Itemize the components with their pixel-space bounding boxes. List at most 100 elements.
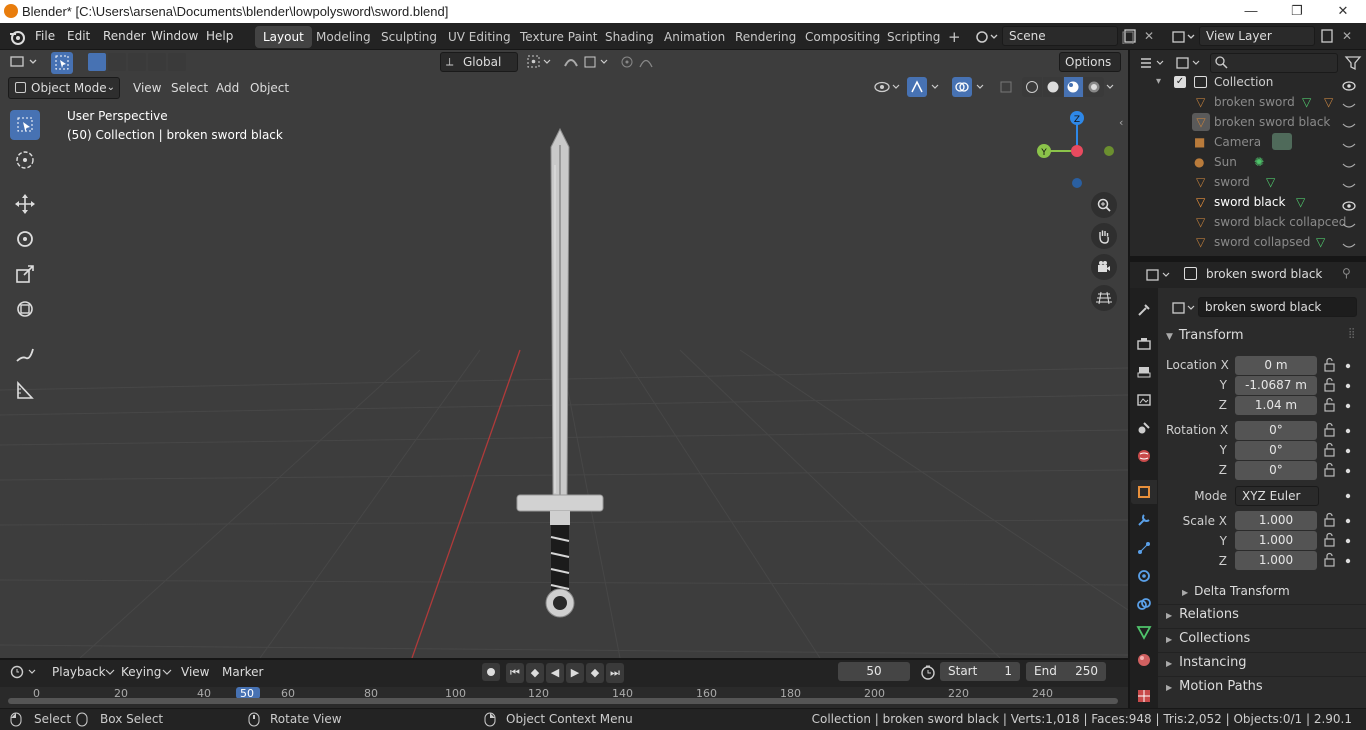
rotation-mode-select[interactable]: XYZ Euler	[1235, 486, 1319, 506]
outliner-editor-type-icon[interactable]	[1138, 53, 1168, 73]
menu-window[interactable]: Window	[145, 23, 204, 50]
tab-animation[interactable]: Animation	[656, 26, 733, 48]
modifier-tab-icon[interactable]	[1131, 508, 1157, 532]
timeline-editor-type-icon[interactable]	[8, 662, 40, 682]
scale-x-field[interactable]: 1.000	[1235, 511, 1317, 530]
material-tab-icon[interactable]	[1131, 648, 1157, 672]
transform-tool[interactable]	[10, 294, 40, 324]
add-workspace-button[interactable]: +	[940, 26, 969, 48]
delta-transform-subpanel[interactable]: ▶ Delta Transform	[1182, 580, 1290, 602]
location-y-field[interactable]: -1.0687 m	[1235, 376, 1317, 395]
overlays-dropdown-icon[interactable]	[974, 77, 988, 97]
selection-mode-group[interactable]	[88, 53, 186, 73]
outliner-collection-row[interactable]: ▾ ✓ Collection	[1130, 72, 1366, 92]
auto-keying-icon[interactable]	[482, 663, 500, 681]
motion-paths-panel-header[interactable]: ▶ Motion Paths	[1166, 676, 1263, 698]
perspective-toggle-icon[interactable]	[1091, 285, 1117, 311]
pin-icon[interactable]: ⚲	[1342, 266, 1351, 280]
filter-icon[interactable]	[1344, 54, 1362, 72]
select-tool-header-icon[interactable]	[51, 52, 73, 74]
drag-handle-icon[interactable]: ⣿	[1348, 328, 1355, 339]
tab-modeling[interactable]: Modeling	[308, 26, 379, 48]
scale-z-field[interactable]: 1.000	[1235, 551, 1317, 570]
outliner-item[interactable]: ■ Camera	[1130, 132, 1366, 152]
timeline-scrollbar[interactable]	[8, 698, 1118, 704]
timeline-menu-marker[interactable]: Marker	[218, 662, 267, 682]
viewport-menu-object[interactable]: Object	[246, 78, 293, 98]
pan-hand-icon[interactable]	[1091, 223, 1117, 249]
physics-tab-icon[interactable]	[1131, 564, 1157, 588]
current-frame-field[interactable]: 50	[838, 662, 910, 681]
wireframe-shading-icon[interactable]	[1022, 77, 1042, 97]
constraints-tab-icon[interactable]	[1131, 592, 1157, 616]
hidden-visibility-icon[interactable]	[1342, 97, 1356, 108]
new-view-layer-icon[interactable]	[1319, 28, 1335, 44]
transform-panel-header[interactable]: ▼ Transform	[1166, 325, 1244, 347]
particles-tab-icon[interactable]	[1131, 536, 1157, 560]
tool-tab-icon[interactable]	[1131, 298, 1157, 322]
outliner-search-input[interactable]	[1210, 53, 1338, 73]
hidden-visibility-icon[interactable]	[1342, 237, 1356, 248]
location-z-field[interactable]: 1.04 m	[1235, 396, 1317, 415]
scene-tab-icon[interactable]	[1131, 416, 1157, 440]
rotation-y-field[interactable]: 0°	[1235, 441, 1317, 460]
delete-scene-icon[interactable]: ✕	[1144, 29, 1154, 43]
object-data-tab-icon[interactable]	[1131, 620, 1157, 644]
rotation-z-field[interactable]: 0°	[1235, 461, 1317, 480]
collection-visibility-icon[interactable]	[1342, 77, 1356, 91]
object-name-field[interactable]: broken sword black	[1198, 297, 1357, 317]
gizmo-dropdown-icon[interactable]	[929, 77, 943, 97]
close-button[interactable]: ✕	[1320, 0, 1366, 23]
rotate-tool[interactable]	[10, 224, 40, 254]
collections-panel-header[interactable]: ▶ Collections	[1166, 628, 1250, 650]
keying-menu[interactable]: Keying	[117, 662, 165, 682]
hidden-visibility-icon[interactable]	[1342, 157, 1356, 168]
frame-ruler[interactable]: 0 20 40 50 60 80 100 120 140 160 180 200…	[0, 687, 1128, 708]
output-tab-icon[interactable]	[1131, 360, 1157, 384]
tab-texture-paint[interactable]: Texture Paint	[512, 26, 605, 48]
sword-object[interactable]	[505, 125, 615, 625]
view-layer-field[interactable]: View Layer	[1199, 26, 1315, 46]
collapse-arrow-icon[interactable]: ▾	[1156, 72, 1161, 92]
invert-selection-icon[interactable]	[148, 53, 166, 71]
view-layer-selector-icon[interactable]	[1170, 27, 1198, 47]
viewport-menu-select[interactable]: Select	[167, 78, 212, 98]
minimize-button[interactable]: —	[1228, 0, 1274, 23]
move-tool[interactable]	[10, 189, 40, 219]
annotate-tool[interactable]	[10, 340, 40, 370]
view-layer-tab-icon[interactable]	[1131, 388, 1157, 412]
camera-view-icon[interactable]	[1091, 254, 1117, 280]
snapping-icon[interactable]	[561, 52, 611, 72]
location-x-field[interactable]: 0 m	[1235, 356, 1317, 375]
texture-tab-icon[interactable]	[1131, 684, 1157, 708]
visibility-eye-icon[interactable]	[1342, 197, 1356, 211]
xray-toggle-icon[interactable]	[998, 79, 1014, 95]
world-tab-icon[interactable]	[1131, 444, 1157, 468]
select-box-tool[interactable]	[10, 110, 40, 140]
outliner-item-active[interactable]: ▽ sword black ▽	[1130, 192, 1366, 212]
start-frame-field[interactable]: Start 1	[940, 662, 1020, 681]
scale-y-field[interactable]: 1.000	[1235, 531, 1317, 550]
menu-render[interactable]: Render	[97, 23, 152, 50]
set-selection-icon[interactable]	[88, 53, 106, 71]
zoom-icon[interactable]	[1091, 192, 1117, 218]
material-preview-shading-icon[interactable]	[1063, 77, 1084, 97]
scene-name-field[interactable]: Scene	[1002, 26, 1118, 46]
scene-selector-icon[interactable]	[973, 27, 999, 47]
scale-tool[interactable]	[10, 259, 40, 289]
jump-to-end-icon[interactable]: ⏭	[606, 663, 624, 683]
shading-dropdown-icon[interactable]	[1104, 77, 1118, 97]
hidden-visibility-icon[interactable]	[1342, 137, 1356, 148]
outliner-item[interactable]: ▽ broken sword ▽ ▽	[1130, 92, 1366, 112]
solid-shading-icon[interactable]	[1042, 77, 1063, 97]
blender-menu-icon[interactable]	[8, 28, 26, 46]
preview-range-clock-icon[interactable]	[919, 663, 937, 681]
options-dropdown[interactable]: Options	[1059, 52, 1121, 72]
cursor-tool[interactable]	[10, 145, 40, 175]
tab-uv-editing[interactable]: UV Editing	[440, 26, 519, 48]
play-icon[interactable]: ▶	[566, 663, 584, 683]
subtract-selection-icon[interactable]	[128, 53, 146, 71]
maximize-button[interactable]: ❐	[1274, 0, 1320, 23]
outliner-item[interactable]: ▽ sword ▽	[1130, 172, 1366, 192]
shading-mode-group[interactable]	[1022, 77, 1104, 97]
